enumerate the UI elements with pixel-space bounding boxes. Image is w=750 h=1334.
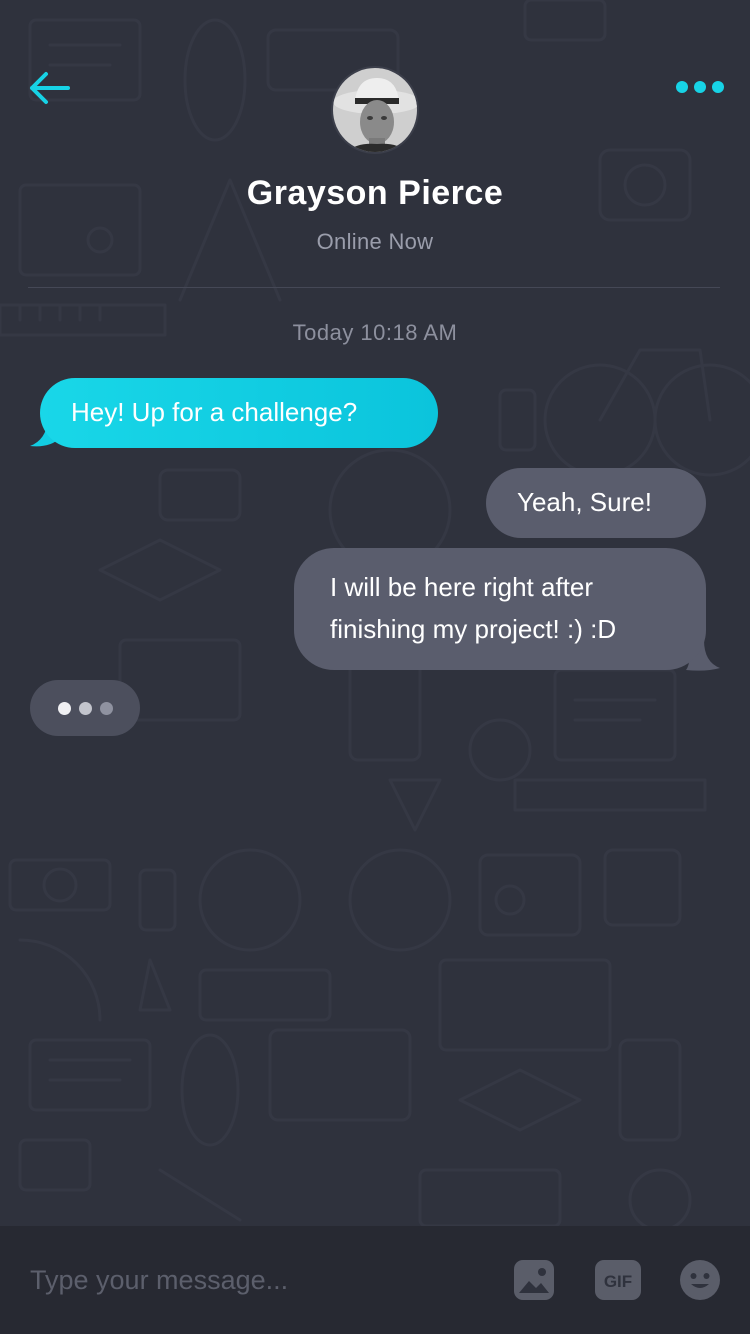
message-text: Hey! Up for a challenge?: [71, 397, 358, 427]
incoming-message-bubble[interactable]: Hey! Up for a challenge?: [40, 378, 438, 448]
contact-status: Online Now: [316, 229, 434, 254]
gif-icon[interactable]: GIF: [594, 1259, 642, 1301]
back-arrow-icon[interactable]: [26, 66, 74, 110]
message-composer: GIF: [0, 1226, 750, 1334]
message-text: Yeah, Sure!: [517, 487, 652, 517]
message-input[interactable]: [30, 1256, 470, 1304]
contact-avatar[interactable]: [331, 66, 419, 154]
typing-indicator: [30, 680, 140, 736]
message-text-line: I will be here right after: [330, 572, 594, 602]
image-icon[interactable]: [513, 1259, 555, 1301]
header-divider: [28, 287, 720, 288]
contact-name: Grayson Pierce: [246, 174, 504, 212]
avatar-photo: [333, 68, 417, 152]
gif-label: GIF: [604, 1272, 632, 1291]
more-dots-icon[interactable]: [674, 70, 726, 104]
outgoing-message-bubble[interactable]: I will be here right after finishing my …: [294, 548, 706, 670]
message-text-line: finishing my project! :) :D: [330, 614, 617, 644]
typing-dot: [78, 701, 92, 715]
emoji-icon[interactable]: [679, 1259, 721, 1301]
typing-dot: [57, 701, 71, 715]
typing-dot: [99, 701, 113, 715]
conversation-timestamp: Today 10:18 AM: [292, 320, 458, 345]
outgoing-message-bubble[interactable]: Yeah, Sure!: [486, 468, 706, 538]
